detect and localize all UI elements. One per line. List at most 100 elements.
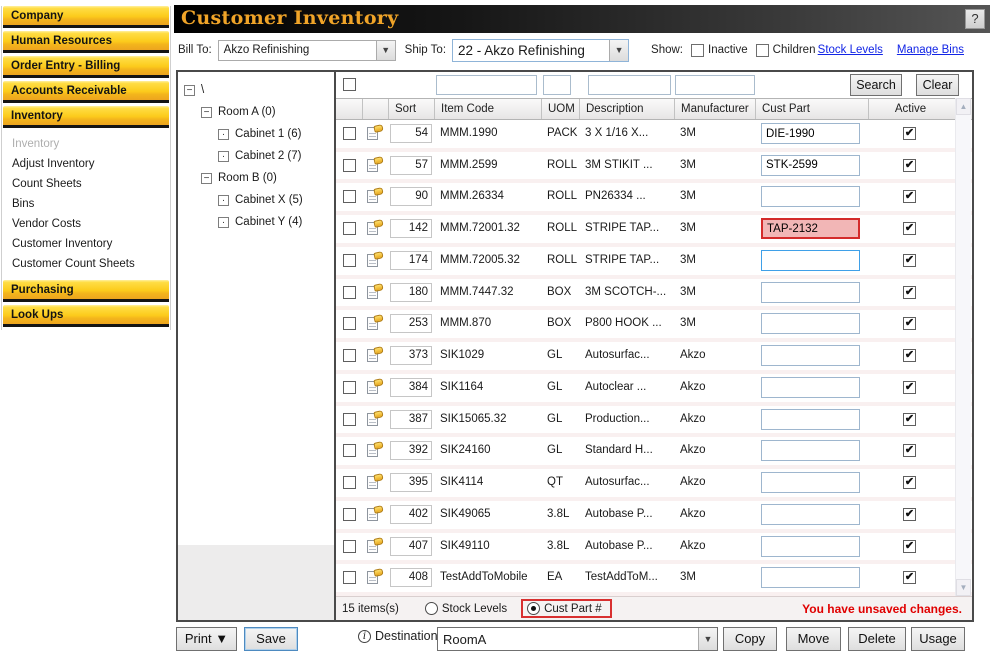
note-icon[interactable] — [367, 252, 383, 268]
row-checkbox[interactable] — [343, 476, 356, 489]
active-checkbox[interactable]: ✔ — [903, 571, 916, 584]
row-checkbox[interactable] — [343, 349, 356, 362]
note-icon[interactable] — [367, 157, 383, 173]
tree-item-cabinet-x-5[interactable]: ·Cabinet X (5) — [178, 189, 334, 211]
sort-value-input[interactable]: 387 — [390, 410, 432, 429]
note-icon[interactable] — [367, 347, 383, 363]
cust-part-input[interactable] — [761, 345, 860, 366]
cust-part-input[interactable] — [761, 313, 860, 334]
tree-item-cabinet-2-7[interactable]: ·Cabinet 2 (7) — [178, 145, 334, 167]
row-checkbox[interactable] — [343, 508, 356, 521]
sidebar-item-adjust-inventory[interactable]: Adjust Inventory — [3, 154, 169, 174]
usage-button[interactable]: Usage — [911, 627, 965, 651]
note-icon[interactable] — [367, 315, 383, 331]
sort-value-input[interactable]: 142 — [390, 219, 432, 238]
select-all-checkbox[interactable] — [343, 78, 356, 91]
tree-item-cabinet-y-4[interactable]: ·Cabinet Y (4) — [178, 211, 334, 233]
note-icon[interactable] — [367, 506, 383, 522]
sort-value-input[interactable]: 392 — [390, 441, 432, 460]
cust-part-input[interactable] — [761, 567, 860, 588]
active-checkbox[interactable]: ✔ — [903, 254, 916, 267]
column-header-active[interactable]: Active — [868, 99, 952, 119]
sort-value-input[interactable]: 57 — [390, 156, 432, 175]
note-icon[interactable] — [367, 569, 383, 585]
sidebar-section-human-resources[interactable]: Human Resources — [3, 31, 169, 53]
cust-part-input[interactable] — [761, 250, 860, 271]
row-checkbox[interactable] — [343, 190, 356, 203]
active-checkbox[interactable]: ✔ — [903, 413, 916, 426]
clear-button[interactable]: Clear — [916, 74, 959, 96]
row-checkbox[interactable] — [343, 159, 356, 172]
description-filter-input[interactable] — [588, 75, 671, 95]
scroll-down-icon[interactable]: ▼ — [956, 579, 971, 596]
sort-value-input[interactable]: 407 — [390, 537, 432, 556]
active-checkbox[interactable]: ✔ — [903, 222, 916, 235]
show-inactive-checkbox[interactable] — [691, 44, 704, 57]
cust-part-input[interactable] — [761, 218, 860, 239]
active-checkbox[interactable]: ✔ — [903, 159, 916, 172]
sidebar-item-vendor-costs[interactable]: Vendor Costs — [3, 214, 169, 234]
sort-value-input[interactable]: 395 — [390, 473, 432, 492]
cust-part-input[interactable] — [761, 409, 860, 430]
cust-part-input[interactable] — [761, 282, 860, 303]
tree-collapse-icon[interactable]: − — [201, 173, 212, 184]
note-icon[interactable] — [367, 442, 383, 458]
sidebar-item-customer-count-sheets[interactable]: Customer Count Sheets — [3, 254, 169, 274]
manage-bins-link[interactable]: Manage Bins — [897, 44, 964, 56]
sidebar-section-look-ups[interactable]: Look Ups — [3, 305, 169, 327]
note-icon[interactable] — [367, 474, 383, 490]
note-icon[interactable] — [367, 379, 383, 395]
uom-filter-input[interactable] — [543, 75, 571, 95]
cust-part-input[interactable] — [761, 123, 860, 144]
active-checkbox[interactable]: ✔ — [903, 190, 916, 203]
sidebar-section-order-entry-billing[interactable]: Order Entry - Billing — [3, 56, 169, 78]
row-checkbox[interactable] — [343, 254, 356, 267]
move-button[interactable]: Move — [786, 627, 841, 651]
sidebar-item-count-sheets[interactable]: Count Sheets — [3, 174, 169, 194]
active-checkbox[interactable]: ✔ — [903, 381, 916, 394]
sort-value-input[interactable]: 54 — [390, 124, 432, 143]
cust-part-input[interactable] — [761, 377, 860, 398]
item-code-filter-input[interactable] — [436, 75, 537, 95]
save-button[interactable]: Save — [244, 627, 298, 651]
note-icon[interactable] — [367, 538, 383, 554]
sidebar-section-company[interactable]: Company — [3, 6, 169, 28]
bill-to-combo[interactable]: Akzo Refinishing ▼ — [218, 40, 396, 61]
active-checkbox[interactable]: ✔ — [903, 349, 916, 362]
row-checkbox[interactable] — [343, 444, 356, 457]
show-children-checkbox[interactable] — [756, 44, 769, 57]
sidebar-item-customer-inventory[interactable]: Customer Inventory — [3, 234, 169, 254]
row-checkbox[interactable] — [343, 381, 356, 394]
tree-item-[interactable]: −\ — [178, 79, 334, 101]
search-button[interactable]: Search — [850, 74, 902, 96]
cust-part-input[interactable] — [761, 155, 860, 176]
manufacturer-filter-input[interactable] — [675, 75, 755, 95]
column-header-manufacturer[interactable]: Manufacturer — [674, 99, 755, 119]
active-checkbox[interactable]: ✔ — [903, 127, 916, 140]
note-icon[interactable] — [367, 220, 383, 236]
sort-value-input[interactable]: 384 — [390, 378, 432, 397]
tree-collapse-icon[interactable]: − — [184, 85, 195, 96]
tree-node-icon[interactable]: · — [218, 217, 229, 228]
row-checkbox[interactable] — [343, 413, 356, 426]
row-checkbox[interactable] — [343, 222, 356, 235]
active-checkbox[interactable]: ✔ — [903, 317, 916, 330]
column-header-cust-part[interactable]: Cust Part — [755, 99, 868, 119]
scroll-up-icon[interactable]: ▲ — [956, 98, 971, 115]
active-checkbox[interactable]: ✔ — [903, 508, 916, 521]
sort-value-input[interactable]: 180 — [390, 283, 432, 302]
sidebar-item-bins[interactable]: Bins — [3, 194, 169, 214]
stock-levels-radio[interactable]: Stock Levels — [425, 602, 507, 615]
sort-value-input[interactable]: 408 — [390, 568, 432, 587]
sort-value-input[interactable]: 253 — [390, 314, 432, 333]
cust-part-input[interactable] — [761, 186, 860, 207]
tree-node-icon[interactable]: · — [218, 151, 229, 162]
row-checkbox[interactable] — [343, 317, 356, 330]
help-button[interactable]: ? — [965, 9, 985, 29]
tree-node-icon[interactable]: · — [218, 195, 229, 206]
tree-node-icon[interactable]: · — [218, 129, 229, 140]
cust-part-radio[interactable]: Cust Part # — [527, 602, 602, 615]
sort-value-input[interactable]: 373 — [390, 346, 432, 365]
column-header-description[interactable]: Description — [579, 99, 674, 119]
cust-part-input[interactable] — [761, 440, 860, 461]
